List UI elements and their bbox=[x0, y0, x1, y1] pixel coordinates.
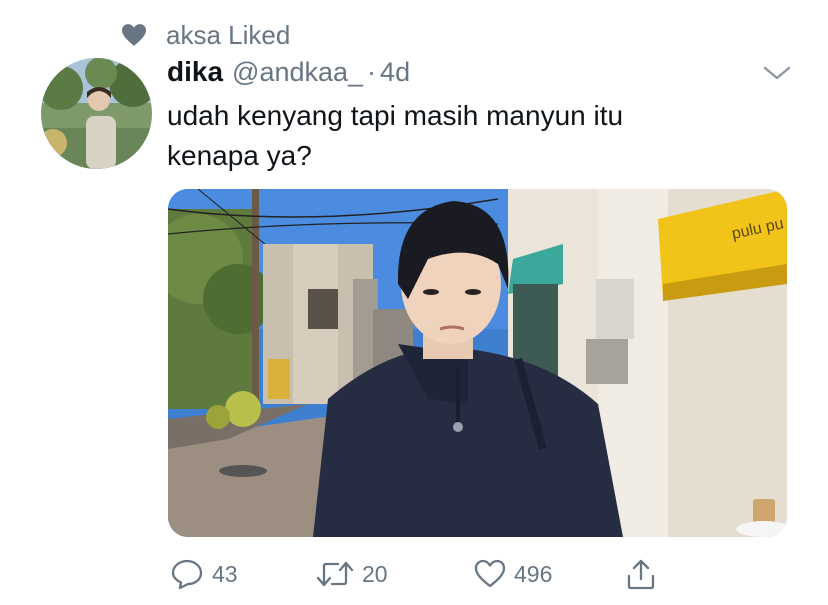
reply-icon bbox=[171, 559, 203, 590]
like-count: 496 bbox=[514, 560, 553, 587]
separator-dot: · bbox=[367, 57, 377, 87]
social-context[interactable]: aksa Liked bbox=[120, 18, 290, 52]
chevron-down-icon bbox=[763, 66, 791, 80]
user-handle[interactable]: @andkaa_ bbox=[232, 57, 363, 88]
tweet-text-line: udah kenyang tapi masih manyun itu bbox=[167, 100, 624, 131]
tweet-text-line: kenapa ya? bbox=[167, 140, 312, 171]
tweet-actions: 43 20 496 bbox=[168, 555, 787, 593]
tweet-text: udah kenyang tapi masih manyun itu kenap… bbox=[167, 96, 767, 176]
social-context-text: aksa Liked bbox=[166, 19, 291, 50]
tweet-photo[interactable]: pulu pu bbox=[168, 189, 787, 537]
more-options-button[interactable] bbox=[762, 62, 792, 84]
timestamp[interactable]: 4d bbox=[380, 57, 410, 88]
like-icon bbox=[474, 559, 506, 588]
retweet-icon bbox=[316, 561, 354, 587]
like-button[interactable]: 496 bbox=[474, 555, 552, 593]
retweet-count: 20 bbox=[362, 560, 388, 587]
share-icon bbox=[627, 559, 655, 590]
tweet-header: dika @andkaa_ · 4d bbox=[167, 56, 410, 92]
heart-icon bbox=[122, 24, 146, 46]
reply-button[interactable]: 43 bbox=[170, 555, 238, 593]
retweet-button[interactable]: 20 bbox=[316, 555, 388, 593]
reply-count: 43 bbox=[212, 560, 238, 587]
display-name[interactable]: dika bbox=[167, 56, 223, 88]
share-button[interactable] bbox=[626, 555, 656, 593]
avatar[interactable] bbox=[41, 58, 152, 169]
